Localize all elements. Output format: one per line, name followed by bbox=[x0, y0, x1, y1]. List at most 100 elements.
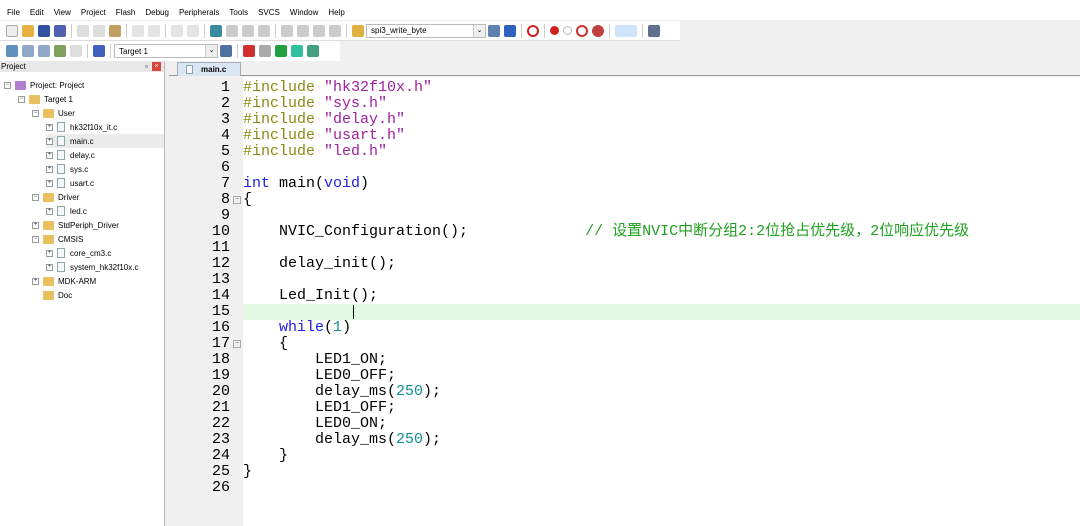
expand-icon[interactable]: + bbox=[46, 137, 53, 145]
tree-item[interactable]: + sys.c bbox=[46, 162, 88, 176]
forward-icon[interactable] bbox=[187, 24, 199, 37]
batch-build-icon[interactable] bbox=[54, 45, 66, 57]
new-file-icon[interactable] bbox=[6, 24, 18, 37]
tree-item[interactable]: + led.c bbox=[46, 204, 87, 218]
expand-icon[interactable]: + bbox=[46, 207, 53, 215]
download-icon[interactable] bbox=[93, 45, 105, 57]
code-line: 1 ​#include "hk32f10x.h" bbox=[169, 80, 1080, 96]
indent-icon[interactable] bbox=[281, 24, 293, 37]
chevron-down-icon[interactable]: ⌄ bbox=[205, 45, 217, 57]
menu-view[interactable]: View bbox=[49, 8, 76, 17]
comment-icon[interactable] bbox=[313, 24, 325, 37]
menu-project[interactable]: Project bbox=[76, 8, 111, 17]
breakpoint-options-icon[interactable] bbox=[592, 24, 604, 37]
redo-icon[interactable] bbox=[148, 24, 160, 37]
pin-icon[interactable]: ▫ bbox=[145, 62, 148, 71]
tree-item[interactable]: − User bbox=[32, 106, 75, 120]
fold-icon[interactable]: − bbox=[233, 340, 241, 348]
collapse-icon[interactable]: − bbox=[18, 95, 25, 103]
menu-flash[interactable]: Flash bbox=[111, 8, 141, 17]
tree-item[interactable]: + hk32f10x_it.c bbox=[46, 120, 117, 134]
cut-icon[interactable] bbox=[77, 24, 89, 37]
menu-debug[interactable]: Debug bbox=[140, 8, 174, 17]
expand-icon[interactable]: + bbox=[46, 179, 53, 187]
debug-session-icon[interactable] bbox=[527, 24, 539, 37]
window-layout-icon[interactable] bbox=[615, 24, 637, 37]
translate-icon[interactable] bbox=[6, 45, 18, 57]
breakpoint-icon[interactable] bbox=[550, 26, 559, 35]
tree-item[interactable]: + system_hk32f10x.c bbox=[46, 260, 138, 274]
code-text: ​ LED0_ON; bbox=[243, 416, 1080, 432]
pack-installer-icon[interactable] bbox=[291, 45, 303, 57]
file-icon bbox=[57, 248, 65, 258]
tab-main-c[interactable]: main.c bbox=[177, 62, 241, 76]
collapse-icon[interactable]: − bbox=[32, 235, 39, 243]
stop-build-icon[interactable] bbox=[70, 45, 82, 57]
save-all-icon[interactable] bbox=[54, 24, 66, 37]
target-options-icon[interactable] bbox=[220, 45, 232, 57]
chevron-down-icon[interactable]: ⌄ bbox=[473, 24, 485, 37]
build-icon[interactable] bbox=[22, 45, 34, 57]
find-icon[interactable] bbox=[488, 24, 500, 37]
kill-breakpoints-icon[interactable] bbox=[576, 24, 588, 37]
menu-help[interactable]: Help bbox=[323, 8, 349, 17]
collapse-icon[interactable]: − bbox=[32, 109, 39, 117]
menu-peripherals[interactable]: Peripherals bbox=[174, 8, 224, 17]
menu-file[interactable]: File bbox=[2, 8, 25, 17]
menu-edit[interactable]: Edit bbox=[25, 8, 49, 17]
tree-item[interactable]: − CMSIS bbox=[32, 232, 83, 246]
code-area[interactable]: 1​#include "hk32f10x.h"2​#include "sys.h… bbox=[169, 77, 1080, 526]
copy-icon[interactable] bbox=[93, 24, 105, 37]
clear-bookmarks-icon[interactable] bbox=[258, 24, 270, 37]
expand-icon[interactable]: + bbox=[46, 249, 53, 257]
close-panel-button[interactable]: × bbox=[152, 62, 161, 71]
save-icon[interactable] bbox=[38, 24, 50, 37]
open-icon[interactable] bbox=[22, 24, 34, 37]
target-combo[interactable]: Target 1 ⌄ bbox=[114, 44, 218, 58]
function-combo[interactable]: spi3_write_byte ⌄ bbox=[366, 23, 486, 38]
collapse-icon[interactable]: − bbox=[4, 81, 11, 89]
menu-svcs[interactable]: SVCS bbox=[253, 8, 285, 17]
file-extensions-icon[interactable] bbox=[259, 45, 271, 57]
unindent-icon[interactable] bbox=[297, 24, 309, 37]
tree-item[interactable]: − Target 1 bbox=[18, 92, 73, 106]
prev-bookmark-icon[interactable] bbox=[226, 24, 238, 37]
back-icon[interactable] bbox=[171, 24, 183, 37]
configure-wrench-icon[interactable] bbox=[648, 24, 660, 37]
expand-icon[interactable]: + bbox=[32, 221, 39, 229]
bookmark-icon[interactable] bbox=[210, 24, 222, 37]
line-number: 23 bbox=[211, 431, 230, 448]
run-time-environment-icon[interactable] bbox=[275, 45, 287, 57]
menu-tools[interactable]: Tools bbox=[224, 8, 253, 17]
manage-components-icon[interactable] bbox=[243, 45, 255, 57]
tree-item[interactable]: + usart.c bbox=[46, 176, 94, 190]
expand-icon[interactable]: + bbox=[46, 123, 53, 131]
expand-icon[interactable]: + bbox=[46, 151, 53, 159]
expand-icon[interactable]: + bbox=[46, 263, 53, 271]
rebuild-icon[interactable] bbox=[38, 45, 50, 57]
uncomment-icon[interactable] bbox=[329, 24, 341, 37]
tree-item[interactable]: + StdPeriph_Driver bbox=[32, 218, 119, 232]
tree-item[interactable]: − Driver bbox=[32, 190, 79, 204]
tree-item[interactable]: + delay.c bbox=[46, 148, 95, 162]
undo-icon[interactable] bbox=[132, 24, 144, 37]
disable-breakpoint-icon[interactable] bbox=[563, 26, 572, 35]
find-in-files-icon[interactable] bbox=[352, 24, 364, 37]
collapse-icon[interactable]: − bbox=[32, 193, 39, 201]
paste-icon[interactable] bbox=[109, 24, 121, 37]
select-packs-icon[interactable] bbox=[307, 45, 319, 57]
line-number: 26 bbox=[211, 479, 230, 496]
expand-icon[interactable]: + bbox=[32, 277, 39, 285]
tree-item[interactable]: + core_cm3.c bbox=[46, 246, 111, 260]
menu-window[interactable]: Window bbox=[285, 8, 323, 17]
tree-item[interactable]: Doc bbox=[32, 288, 72, 302]
code-text: ​ { bbox=[243, 336, 1080, 352]
expand-icon[interactable]: + bbox=[46, 165, 53, 173]
tree-item[interactable]: + main.c bbox=[46, 134, 164, 148]
tree-item[interactable]: − Project: Project bbox=[4, 78, 84, 92]
code-line: 20 ​ delay_ms(250); bbox=[169, 384, 1080, 400]
incremental-find-icon[interactable] bbox=[504, 24, 516, 37]
tree-item[interactable]: + MDK-ARM bbox=[32, 274, 96, 288]
fold-icon[interactable]: − bbox=[233, 196, 241, 204]
next-bookmark-icon[interactable] bbox=[242, 24, 254, 37]
